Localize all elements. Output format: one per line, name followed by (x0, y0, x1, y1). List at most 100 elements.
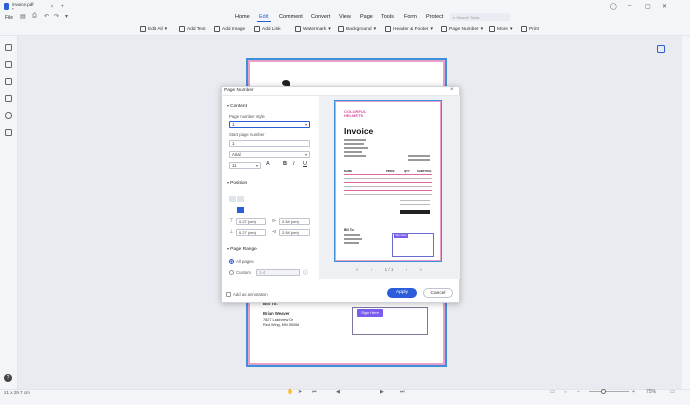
add-image-label: Add Image (222, 26, 246, 32)
preview-text-line (344, 139, 366, 141)
thumbnails-icon[interactable] (5, 44, 12, 51)
fit-width-icon[interactable]: ⇔ (563, 389, 568, 395)
reading-mode-icon[interactable]: ▭ (670, 389, 675, 395)
search-panel-icon[interactable] (5, 112, 12, 119)
position-grid[interactable] (229, 196, 245, 216)
menu-tools[interactable]: Tools (381, 14, 394, 20)
fit-page-icon[interactable]: ▭ (550, 389, 555, 395)
print-quick-icon[interactable]: ⎙ (32, 13, 37, 20)
help-icon[interactable]: ? (4, 374, 12, 382)
font-color-icon[interactable]: A (266, 161, 270, 167)
all-pages-radio[interactable] (229, 259, 234, 264)
print-button[interactable]: Print (521, 26, 539, 32)
select-tool-icon[interactable]: ➤ (298, 389, 302, 395)
preview-brand: COLORFUL HELMETS (344, 110, 366, 118)
pos-top-left[interactable] (229, 196, 236, 202)
maximize-icon[interactable]: ▢ (645, 3, 651, 10)
cancel-button[interactable]: Cancel (423, 288, 453, 298)
font-size-select[interactable]: 11 (229, 162, 261, 169)
left-margin-value: 2.54 (cm) (282, 230, 299, 235)
pos-bottom-selected[interactable] (237, 207, 244, 213)
add-image-button[interactable]: Add Image (214, 26, 245, 32)
menu-view[interactable]: View (339, 14, 351, 20)
apply-button[interactable]: Apply (387, 288, 417, 298)
zoom-out-icon[interactable]: − (577, 389, 580, 395)
more-button[interactable]: More ▾ (489, 26, 512, 32)
ai-assistant-icon[interactable] (657, 45, 665, 53)
redo-icon[interactable]: ↷ (54, 13, 59, 20)
hand-tool-icon[interactable]: ✋ (287, 389, 293, 395)
close-window-icon[interactable]: ✕ (662, 3, 667, 10)
pos-top-right[interactable] (237, 196, 244, 202)
new-tab-icon[interactable]: + (60, 4, 64, 10)
menu-protect[interactable]: Protect (426, 14, 443, 20)
layers-icon[interactable] (5, 129, 12, 136)
custom-range-radio[interactable] (229, 270, 234, 275)
header-footer-button[interactable]: Header & Footer ▾ (385, 26, 433, 32)
next-page-icon[interactable]: ▶ (380, 389, 384, 395)
font-family-select[interactable]: Arial (229, 151, 310, 158)
menu-convert[interactable]: Convert (311, 14, 330, 20)
dialog-close-icon[interactable]: × (450, 87, 454, 93)
custom-range-input[interactable]: 1-4 (256, 269, 300, 276)
page-number-button[interactable]: Page Number ▾ (441, 26, 483, 32)
preview-next-page-icon[interactable]: › (406, 267, 408, 272)
menu-form[interactable]: Form (404, 14, 417, 20)
start-page-value: 1 (232, 141, 235, 146)
minimize-icon[interactable]: – (628, 3, 631, 9)
preview-text-line (408, 155, 430, 157)
bottom-margin-input[interactable]: 0.27 (cm) (236, 229, 266, 236)
undo-icon[interactable]: ↶ (44, 13, 49, 20)
add-as-annotation-checkbox[interactable] (226, 292, 231, 297)
add-text-button[interactable]: Add Text (179, 26, 206, 32)
first-page-icon[interactable]: ⏮ (312, 389, 317, 395)
page-number-style-select[interactable]: 1 (229, 121, 310, 128)
customize-icon[interactable]: ▾ (65, 13, 68, 20)
top-margin-input[interactable]: 0.27 (cm) (236, 218, 266, 225)
more-icon (489, 26, 495, 32)
edit-all-button[interactable]: Edit All ▾ (140, 26, 167, 32)
add-link-button[interactable]: Add Link (254, 26, 281, 32)
right-margin-input[interactable]: 2.54 (cm) (279, 218, 310, 225)
bold-icon[interactable]: B (283, 161, 287, 167)
underline-icon[interactable]: U (303, 161, 307, 167)
zoom-slider[interactable] (589, 391, 629, 392)
search-tools-input[interactable]: ⌕ Search Tools (450, 13, 510, 21)
zoom-level[interactable]: 75% (646, 389, 656, 395)
menu-comment[interactable]: Comment (279, 14, 303, 20)
preview-text-line (344, 143, 364, 145)
zoom-in-icon[interactable]: + (632, 389, 635, 395)
preview-prev-page-icon[interactable]: ‹ (371, 267, 373, 272)
file-menu[interactable]: File (5, 15, 13, 21)
preview-last-page-icon[interactable]: » (419, 267, 422, 272)
left-margin-input[interactable]: 2.54 (cm) (279, 229, 310, 236)
sign-here-tag[interactable]: Sign Here (357, 309, 383, 317)
edit-all-label: Edit All (148, 26, 163, 32)
menu-edit[interactable]: Edit (259, 14, 268, 20)
position-section-header[interactable]: Position (227, 180, 247, 186)
content-section-header[interactable]: Content (227, 103, 247, 109)
attachments-icon[interactable] (5, 95, 12, 102)
page-range-section-header[interactable]: Page Range (227, 246, 257, 252)
bookmarks-icon[interactable] (5, 61, 12, 68)
preview-row-divider (344, 190, 432, 191)
preview-col-price: PRICE (386, 169, 395, 173)
comments-icon[interactable] (5, 78, 12, 85)
document-tab[interactable]: invoice.pdf * × + (4, 1, 64, 12)
background-button[interactable]: Background ▾ (338, 26, 376, 32)
last-page-icon[interactable]: ⏭ (400, 389, 405, 395)
menu-page[interactable]: Page (360, 14, 373, 20)
start-page-input[interactable]: 1 (229, 140, 310, 147)
watermark-button[interactable]: Watermark ▾ (295, 26, 331, 32)
account-icon[interactable]: ◯ (610, 3, 617, 10)
save-icon[interactable]: ▤ (20, 13, 26, 20)
tab-title: invoice.pdf * (12, 1, 34, 12)
italic-icon[interactable]: I (293, 161, 295, 167)
preview-row (344, 194, 432, 195)
menu-home[interactable]: Home (235, 14, 250, 20)
prev-page-icon[interactable]: ◀ (336, 389, 340, 395)
status-bar (0, 389, 690, 405)
zoom-slider-knob[interactable] (601, 389, 606, 394)
preview-first-page-icon[interactable]: « (356, 267, 359, 272)
close-tab-icon[interactable]: × (51, 4, 54, 10)
